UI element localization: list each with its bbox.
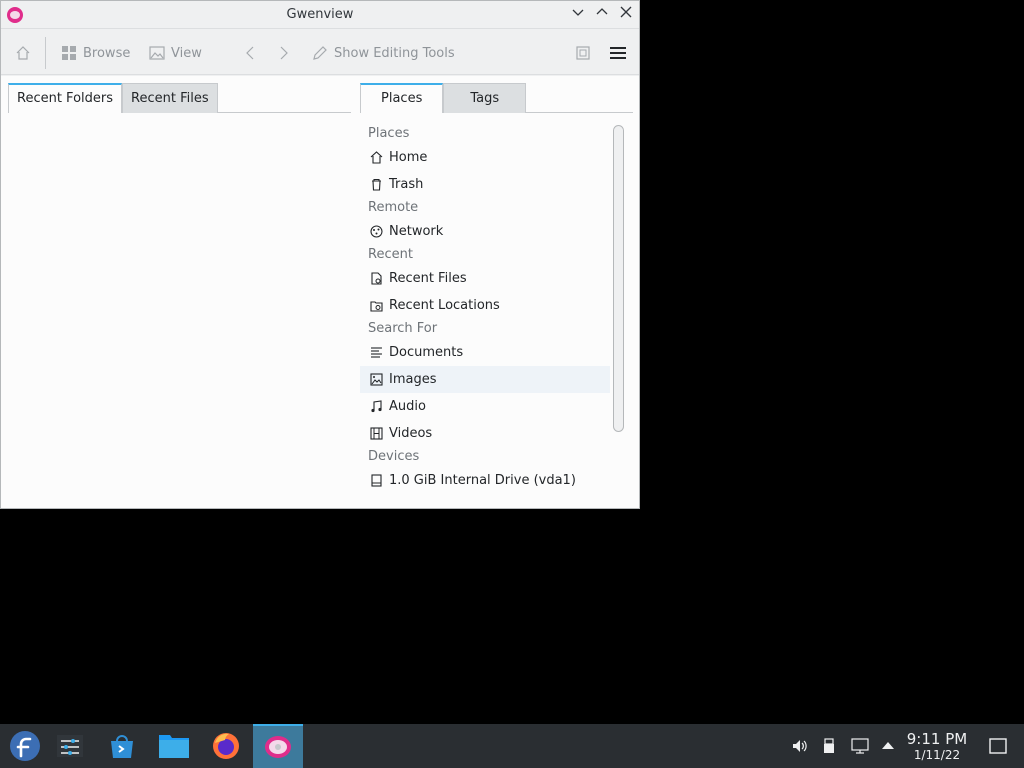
- fullscreen-button[interactable]: [575, 43, 597, 63]
- home-icon: [16, 46, 30, 60]
- editing-label: Show Editing Tools: [334, 45, 455, 61]
- places-item-label: Network: [389, 224, 444, 239]
- task-discover[interactable]: [97, 724, 147, 768]
- minimize-icon[interactable]: [569, 6, 587, 24]
- section-places: Places: [368, 126, 410, 141]
- task-dolphin[interactable]: [149, 724, 199, 768]
- browse-icon: [62, 46, 76, 60]
- places-item-label: Images: [389, 372, 437, 387]
- browse-label: Browse: [83, 45, 131, 61]
- home-icon: [370, 151, 383, 164]
- close-icon[interactable]: [617, 6, 635, 24]
- recent-files-icon: [371, 272, 382, 285]
- network-status-icon[interactable]: [851, 738, 869, 758]
- window-title: Gwenview: [286, 7, 354, 22]
- previous-button[interactable]: [243, 43, 263, 63]
- section-remote: Remote: [368, 200, 419, 215]
- places-item-label: Recent Locations: [389, 298, 500, 313]
- drive-icon: [371, 474, 382, 487]
- places-item-label: Audio: [389, 399, 426, 414]
- places-item-images[interactable]: Images: [360, 366, 610, 393]
- section-devices: Devices: [368, 449, 420, 464]
- folder-icon: [159, 735, 189, 758]
- show-editing-tools-button[interactable]: Show Editing Tools: [312, 43, 455, 63]
- section-search-for: Search For: [368, 321, 438, 336]
- pencil-icon: [313, 46, 327, 60]
- places-item-home[interactable]: Home: [360, 144, 610, 171]
- discover-store-icon: [111, 735, 133, 758]
- chevron-right-icon: [280, 46, 288, 60]
- firefox-icon: [213, 733, 239, 759]
- recent-tabs: Recent Folders Recent Files: [8, 83, 351, 113]
- tab-tags[interactable]: Tags: [443, 83, 527, 113]
- places-item-audio[interactable]: Audio: [360, 393, 610, 420]
- clock-time: 9:11 PM: [906, 730, 968, 748]
- recent-locations-icon: [370, 301, 383, 312]
- places-item-recent-locations[interactable]: Recent Locations: [360, 292, 610, 319]
- places-item-label: Documents: [389, 345, 464, 360]
- trash-icon: [372, 178, 381, 191]
- documents-icon: [371, 347, 382, 358]
- places-item-label: Videos: [389, 426, 433, 441]
- tab-places[interactable]: Places: [360, 83, 444, 113]
- fedora-logo-icon: [10, 731, 40, 761]
- image-view-icon: [149, 46, 165, 60]
- places-item-documents[interactable]: Documents: [360, 339, 610, 366]
- network-icon: [370, 225, 383, 238]
- volume-icon[interactable]: [791, 738, 807, 758]
- maximize-icon[interactable]: [593, 6, 611, 24]
- chevron-left-icon: [246, 46, 254, 60]
- home-button[interactable]: [15, 43, 37, 63]
- places-item-label: Recent Files: [389, 271, 467, 286]
- view-button[interactable]: View: [149, 43, 202, 63]
- view-label: View: [171, 45, 202, 61]
- settings-sliders-icon: [57, 735, 83, 757]
- removable-device-icon[interactable]: [822, 738, 836, 758]
- clock-date: 1/11/22: [913, 748, 961, 762]
- hamburger-menu-icon: [610, 47, 626, 59]
- task-gwenview[interactable]: [253, 724, 303, 768]
- places-item-label: Trash: [389, 177, 424, 192]
- places-panel: Places Home Trash Remote Network Recent …: [360, 124, 610, 494]
- task-system-settings[interactable]: [45, 724, 95, 768]
- tab-recent-files[interactable]: Recent Files: [122, 83, 218, 113]
- places-item-label: Home: [389, 150, 428, 165]
- places-item-trash[interactable]: Trash: [360, 171, 610, 198]
- gwenview-icon: [265, 736, 291, 758]
- task-firefox[interactable]: [201, 724, 251, 768]
- audio-icon: [371, 400, 382, 413]
- places-item-recent-files[interactable]: Recent Files: [360, 265, 610, 292]
- main-toolbar: Browse View Show Editing Tools: [1, 30, 639, 75]
- fullscreen-icon: [576, 46, 590, 60]
- places-tabs: Places Tags: [360, 83, 633, 113]
- places-item-internal-drive[interactable]: 1.0 GiB Internal Drive (vda1): [360, 467, 610, 494]
- places-item-videos[interactable]: Videos: [360, 420, 610, 447]
- application-launcher[interactable]: [0, 724, 50, 768]
- gwenview-window: Gwenview Browse View Show Editing Tools …: [0, 0, 640, 509]
- tab-recent-folders[interactable]: Recent Folders: [8, 83, 123, 113]
- show-desktop-icon[interactable]: [989, 738, 1007, 758]
- tray-expand-icon[interactable]: [881, 738, 895, 756]
- images-icon: [370, 373, 383, 386]
- digital-clock[interactable]: 9:11 PM 1/11/22: [900, 730, 974, 762]
- title-bar[interactable]: Gwenview: [1, 1, 639, 29]
- browse-button[interactable]: Browse: [61, 43, 130, 63]
- taskbar: 9:11 PM 1/11/22: [0, 724, 1024, 768]
- places-item-label: 1.0 GiB Internal Drive (vda1): [389, 473, 576, 488]
- next-button[interactable]: [277, 43, 297, 63]
- videos-icon: [370, 427, 383, 440]
- start-page: Recent Folders Recent Files Places Tags …: [1, 76, 639, 508]
- places-scrollbar[interactable]: [613, 125, 624, 432]
- toolbar-separator: [45, 37, 46, 69]
- places-item-network[interactable]: Network: [360, 218, 610, 245]
- hamburger-menu-button[interactable]: [609, 43, 633, 63]
- section-recent: Recent: [368, 247, 413, 262]
